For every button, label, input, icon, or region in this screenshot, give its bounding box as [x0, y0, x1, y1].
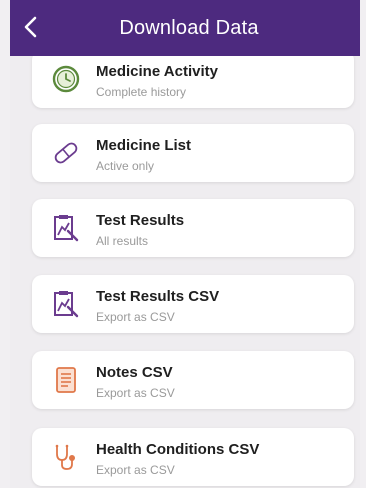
download-item-medicine-list[interactable]: Medicine List Active only [32, 124, 354, 182]
download-item-test-results-csv[interactable]: Test Results CSV Export as CSV [32, 275, 354, 333]
item-label: Medicine List [96, 137, 192, 154]
download-item-health-conditions-csv[interactable]: Health Conditions CSV Export as CSV [32, 428, 354, 486]
item-subtitle: Active only [96, 159, 155, 173]
item-label: Medicine Activity [96, 63, 218, 80]
item-subtitle: Export as CSV [96, 310, 175, 324]
item-label: Notes CSV [96, 364, 173, 381]
clock-icon [50, 63, 82, 95]
page-title: Download Data [119, 16, 259, 39]
item-subtitle: Export as CSV [96, 386, 175, 400]
lab-report-icon [50, 212, 82, 244]
chevron-left-icon [24, 16, 37, 38]
item-label: Test Results CSV [96, 288, 220, 305]
lab-report-icon [50, 288, 82, 320]
download-item-notes-csv[interactable]: Notes CSV Export as CSV [32, 351, 354, 409]
download-item-test-results[interactable]: Test Results All results [32, 199, 354, 257]
download-item-medicine-activity[interactable]: Medicine Activity Complete history [32, 50, 354, 108]
item-label: Test Results [96, 212, 185, 229]
item-subtitle: All results [96, 234, 149, 248]
stethoscope-icon [50, 441, 82, 473]
screen: Medicine Activity Complete history Medic… [10, 0, 360, 488]
item-subtitle: Export as CSV [96, 463, 175, 477]
pill-icon [50, 137, 82, 169]
item-label: Health Conditions CSV [96, 441, 260, 458]
back-button[interactable] [16, 12, 46, 42]
item-subtitle: Complete history [96, 85, 187, 99]
notes-icon [50, 364, 82, 396]
app-header: Download Data [10, 0, 360, 56]
